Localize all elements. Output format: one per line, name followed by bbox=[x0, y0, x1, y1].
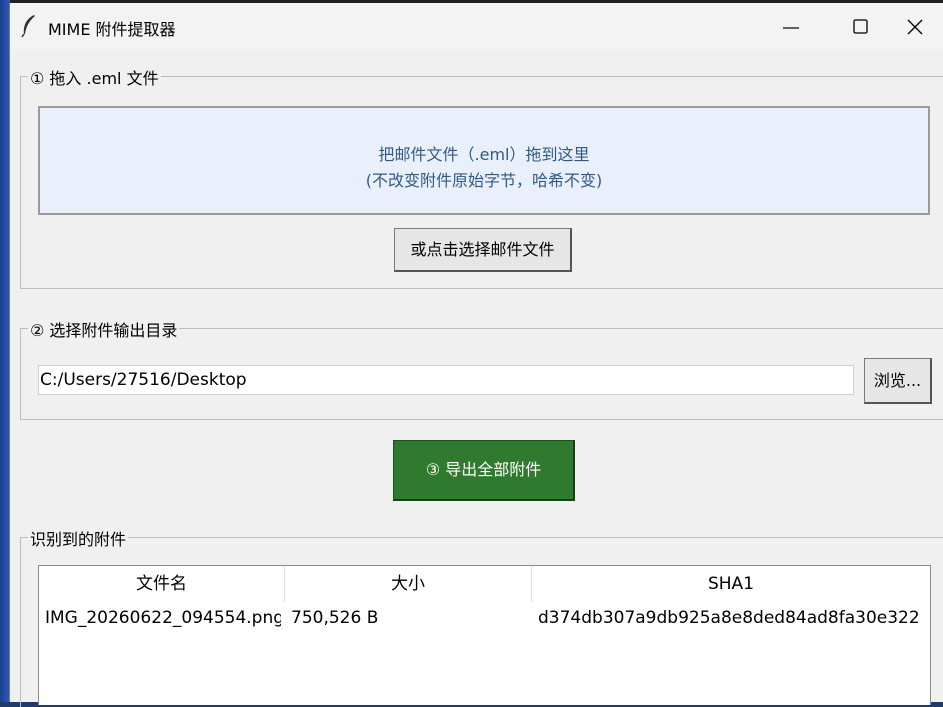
window-title: MIME 附件提取器 bbox=[48, 20, 176, 39]
title-bar[interactable]: MIME 附件提取器 bbox=[10, 3, 943, 50]
cell-sha1: d374db307a9db925a8e8ded84ad8fa30e322 bbox=[538, 608, 920, 628]
output-dir-legend: ② 选择附件输出目录 bbox=[28, 317, 180, 341]
app-window: MIME 附件提取器 ① 拖入 .eml 文件 把邮件文件（.eml）拖到这里 … bbox=[9, 3, 943, 707]
cell-size: 750,526 B bbox=[291, 608, 379, 628]
attachments-table[interactable]: 文件名 大小 SHA1 IMG_20260622_094554.png 750,… bbox=[38, 565, 931, 705]
browse-button[interactable]: 浏览... bbox=[864, 358, 932, 404]
eml-drop-legend: ① 拖入 .eml 文件 bbox=[28, 65, 161, 89]
close-icon bbox=[907, 19, 923, 35]
close-button[interactable] bbox=[896, 3, 943, 50]
minimize-button[interactable] bbox=[756, 3, 826, 50]
feather-icon bbox=[21, 15, 35, 38]
choose-mail-file-button[interactable]: 或点击选择邮件文件 bbox=[394, 228, 572, 272]
column-header-filename[interactable]: 文件名 bbox=[39, 566, 285, 602]
attachments-legend: 识别到的附件 bbox=[28, 526, 129, 550]
maximize-button[interactable] bbox=[826, 3, 896, 50]
dropzone-note: (不改变附件原始字节，哈希不变) bbox=[365, 171, 603, 190]
minimize-icon bbox=[783, 27, 799, 29]
export-all-button[interactable]: ③ 导出全部附件 bbox=[393, 440, 575, 501]
eml-dropzone[interactable]: 把邮件文件（.eml）拖到这里 (不改变附件原始字节，哈希不变) bbox=[38, 106, 930, 215]
cell-filename: IMG_20260622_094554.png bbox=[45, 608, 281, 628]
output-path-input[interactable]: C:/Users/27516/Desktop bbox=[38, 365, 854, 395]
column-header-size[interactable]: 大小 bbox=[285, 566, 532, 602]
maximize-icon bbox=[853, 19, 868, 34]
column-header-sha1[interactable]: SHA1 bbox=[532, 566, 930, 602]
dropzone-hint: 把邮件文件（.eml）拖到这里 bbox=[378, 145, 590, 164]
